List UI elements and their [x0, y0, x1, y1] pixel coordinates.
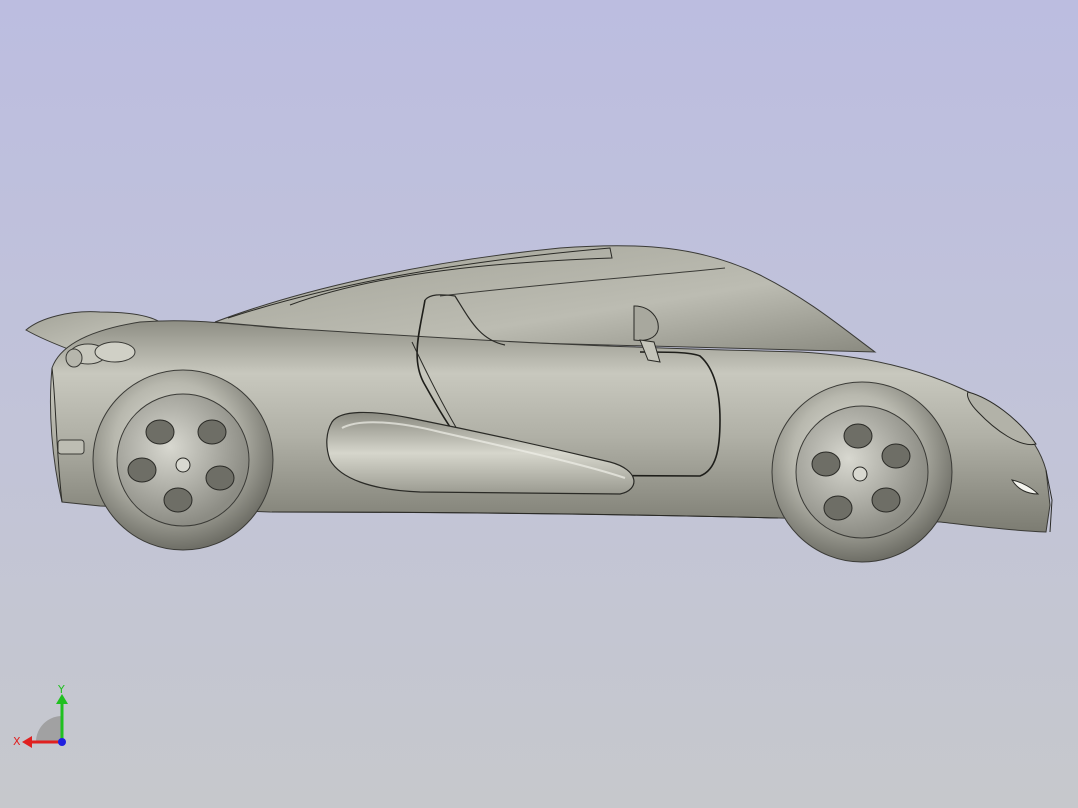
triad-quarter-disc — [36, 716, 62, 742]
y-axis-label: Y — [57, 684, 65, 696]
z-axis-dot — [58, 738, 66, 746]
tail-light-2 — [94, 341, 136, 363]
front-wheel — [771, 381, 953, 563]
tail-light-3 — [65, 348, 83, 368]
x-arrow-head — [22, 736, 32, 748]
car-model[interactable] — [0, 0, 1078, 808]
3d-viewport[interactable]: Y X — [0, 0, 1078, 808]
axis-triad: Y X — [13, 684, 68, 748]
rear-side-marker — [57, 439, 85, 455]
rear-wheel — [92, 369, 274, 551]
x-axis-label: X — [13, 735, 21, 748]
